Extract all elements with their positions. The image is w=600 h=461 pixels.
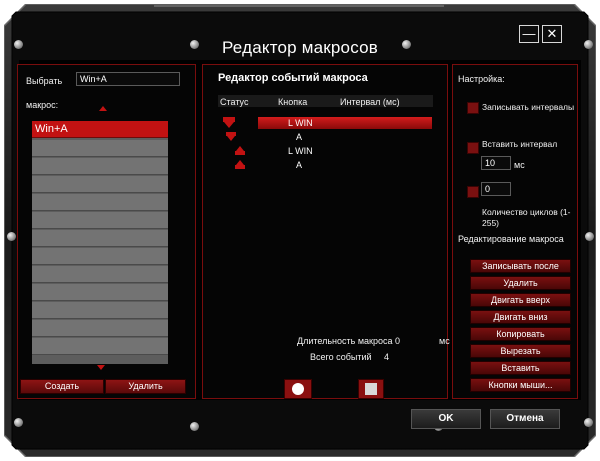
list-item[interactable] [32,320,168,337]
table-row[interactable]: A [218,158,433,172]
edit-macro-label: Редактирование макроса [458,234,564,244]
record-button[interactable] [284,379,312,399]
duration-value: 0 [395,336,401,346]
event-table-header [218,95,433,107]
list-item[interactable] [32,248,168,265]
mouse-buttons-button[interactable]: Кнопки мыши... [470,378,571,392]
duration-unit: мс [439,336,450,346]
insert-interval-label: Вставить интервал [482,139,558,149]
cycles-label: Количество циклов (1-255) [482,207,571,228]
total-events-label: Всего событий [310,352,372,362]
move-down-button[interactable]: Двигать вниз [470,310,571,324]
column-key: Кнопка [278,97,308,107]
close-button[interactable]: ✕ [542,25,562,43]
interval-input[interactable]: 10 [481,156,511,170]
list-item[interactable] [32,194,168,211]
list-item[interactable] [32,158,168,175]
macro-name-input[interactable]: Win+A [76,72,180,86]
screw-icon [584,418,593,427]
window-title: Редактор макросов [222,38,378,57]
record-icon [292,383,304,395]
scroll-up-icon[interactable] [99,106,107,111]
event-editor-title: Редактор событий макроса [218,72,368,84]
paste-button[interactable]: Вставить [470,361,571,375]
duration-label: Длительность макроса [297,336,393,346]
insert-interval-checkbox[interactable] [467,142,479,154]
record-after-button[interactable]: Записывать после [470,259,571,273]
list-item[interactable] [32,230,168,247]
key-down-icon [223,117,235,128]
event-key: L WIN [288,146,313,156]
table-row[interactable]: L WIN [218,144,433,158]
minimize-icon: — [522,26,536,41]
copy-button[interactable]: Копировать [470,327,571,341]
create-button[interactable]: Создать [20,379,104,394]
screw-icon [585,232,594,241]
list-item[interactable] [32,284,168,301]
list-item[interactable] [32,266,168,283]
cancel-button[interactable]: Отмена [490,409,560,429]
minimize-button[interactable]: — [519,25,539,43]
settings-title: Настройка: [458,74,505,84]
cycles-checkbox[interactable] [467,186,479,198]
select-label: Выбрать [26,76,63,86]
event-key: L WIN [288,118,313,128]
event-table: L WIN A L WIN A [218,110,433,325]
record-intervals-checkbox[interactable] [467,102,479,114]
scroll-down-icon[interactable] [97,365,105,370]
table-row[interactable]: L WIN [218,116,433,130]
table-row[interactable]: A [218,130,433,144]
key-up-icon [235,160,245,169]
delete-event-button[interactable]: Удалить [470,276,571,290]
column-status: Статус [220,97,249,107]
macro-editor-window: Редактор макросов — ✕ Выбрать Win+A макр… [0,0,600,461]
delete-button[interactable]: Удалить [105,379,186,394]
list-item[interactable] [32,302,168,319]
macro-label: макрос: [26,100,59,110]
screw-icon [190,422,199,431]
interval-unit: мс [514,160,525,170]
list-item[interactable] [32,212,168,229]
stop-button[interactable] [358,379,384,399]
column-interval: Интервал (мс) [340,97,400,107]
stop-icon [365,383,377,395]
screw-icon [14,418,23,427]
key-up-icon [235,146,245,155]
cut-button[interactable]: Вырезать [470,344,571,358]
ok-button[interactable]: OK [411,409,481,429]
total-events-value: 4 [384,352,390,362]
screw-icon [7,232,16,241]
list-item[interactable] [32,338,168,355]
list-item[interactable] [32,140,168,157]
event-key: A [296,160,303,170]
cycles-input[interactable]: 0 [481,182,511,196]
list-item[interactable]: Win+A [32,121,168,138]
list-item-label: Win+A [35,123,68,135]
key-down-icon [226,132,236,141]
close-icon: ✕ [546,26,558,41]
list-item[interactable] [32,176,168,193]
move-up-button[interactable]: Двигать вверх [470,293,571,307]
record-intervals-label: Записывать интервалы [482,102,575,112]
event-key: A [296,132,303,142]
